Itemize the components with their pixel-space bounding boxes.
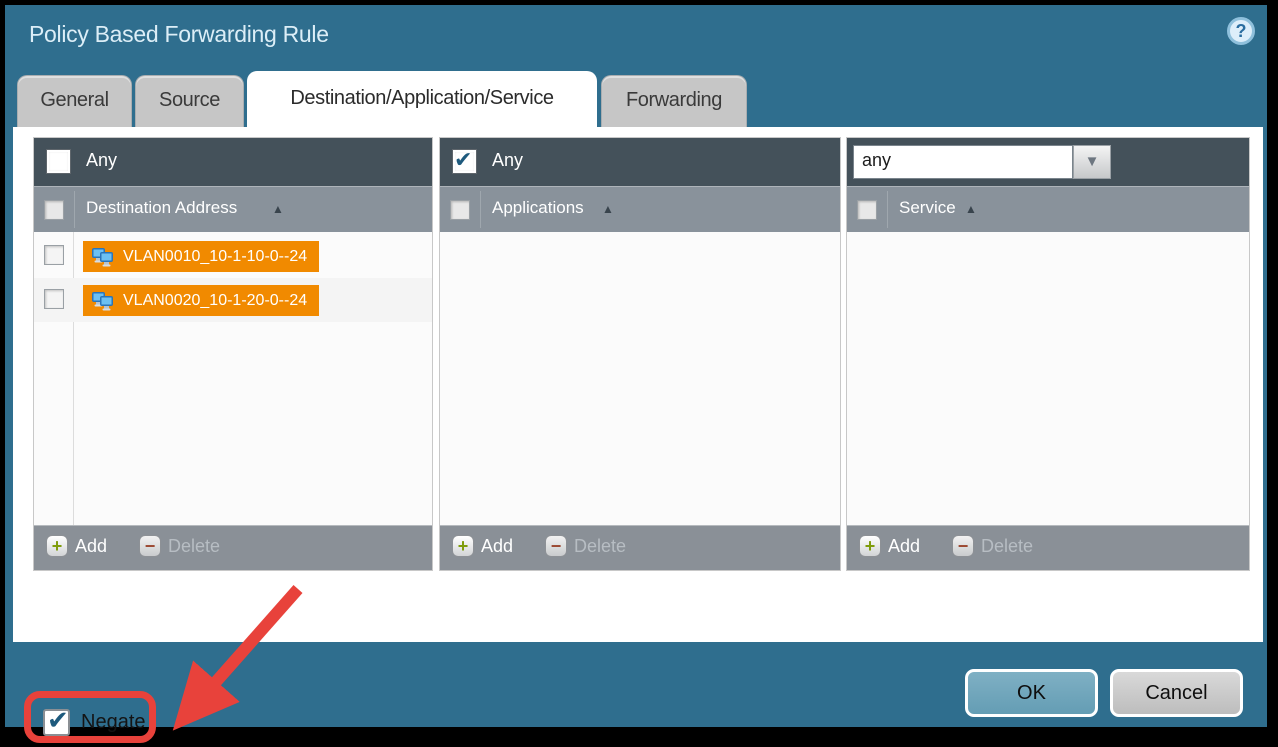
destination-select-all-checkbox[interactable] — [44, 200, 64, 220]
service-any-row: any ▼ — [847, 138, 1249, 186]
annotation-arrow — [151, 577, 321, 747]
sort-asc-icon[interactable]: ▲ — [602, 202, 614, 216]
add-button[interactable]: + Add — [452, 535, 513, 557]
applications-any-label: Any — [492, 150, 523, 171]
address-object-badge: VLAN0010_10-1-10-0--24 — [83, 241, 319, 272]
tab-source[interactable]: Source — [135, 75, 244, 129]
destination-any-checkbox[interactable] — [46, 149, 71, 174]
destination-any-row: Any — [34, 138, 432, 186]
destination-address-panel: Any Destination Address ▲ — [33, 137, 433, 571]
header-separator — [74, 191, 75, 228]
address-object-badge: VLAN0020_10-1-20-0--24 — [83, 285, 319, 316]
delete-button[interactable]: − Delete — [139, 535, 220, 557]
ok-button[interactable]: OK — [965, 669, 1098, 717]
checkmark-icon: ✔ — [454, 147, 472, 173]
minus-icon: − — [139, 535, 161, 557]
plus-icon: + — [46, 535, 68, 557]
tab-destination-application-service[interactable]: Destination/Application/Service — [247, 71, 597, 129]
minus-icon: − — [952, 535, 974, 557]
destination-header-row: Destination Address ▲ — [34, 186, 432, 232]
destination-column-header: Destination Address — [86, 198, 237, 218]
destination-address-list: VLAN0010_10-1-10-0--24 — [34, 232, 432, 525]
tab-content-panel: Any Destination Address ▲ — [13, 127, 1263, 642]
header-separator — [480, 191, 481, 228]
question-mark-glyph: ? — [1236, 21, 1247, 41]
screenshot-frame: Policy Based Forwarding Rule ? General S… — [0, 0, 1278, 734]
annotation-highlight-box — [24, 691, 156, 743]
delete-button[interactable]: − Delete — [952, 535, 1033, 557]
address-row[interactable]: VLAN0010_10-1-10-0--24 — [34, 234, 432, 278]
plus-icon: + — [452, 535, 474, 557]
applications-column-header: Applications — [492, 198, 584, 218]
service-header-row: Service ▲ — [847, 186, 1249, 232]
dialog-title: Policy Based Forwarding Rule — [29, 21, 329, 48]
address-group-icon — [91, 247, 115, 267]
dropdown-button[interactable]: ▼ — [1073, 145, 1111, 179]
tab-general[interactable]: General — [17, 75, 132, 129]
sort-asc-icon[interactable]: ▲ — [965, 202, 977, 216]
minus-icon: − — [545, 535, 567, 557]
service-panel: any ▼ Service ▲ + Add − — [846, 137, 1250, 571]
applications-list — [440, 232, 840, 525]
applications-select-all-checkbox[interactable] — [450, 200, 470, 220]
address-group-icon — [91, 291, 115, 311]
service-column-header: Service — [899, 198, 956, 218]
destination-toolbar: + Add − Delete — [34, 525, 432, 570]
applications-toolbar: + Add − Delete — [440, 525, 840, 570]
applications-any-row: ✔ Any — [440, 138, 840, 186]
applications-panel: ✔ Any Applications ▲ + Add − Delete — [439, 137, 841, 571]
address-label: VLAN0020_10-1-20-0--24 — [123, 292, 307, 310]
applications-any-checkbox[interactable]: ✔ — [452, 149, 477, 174]
plus-icon: + — [859, 535, 881, 557]
help-icon[interactable]: ? — [1227, 17, 1255, 45]
row-checkbox[interactable] — [44, 245, 64, 265]
address-label: VLAN0010_10-1-10-0--24 — [123, 248, 307, 266]
cancel-button[interactable]: Cancel — [1110, 669, 1243, 717]
pbf-rule-dialog: Policy Based Forwarding Rule ? General S… — [5, 5, 1267, 727]
row-checkbox[interactable] — [44, 289, 64, 309]
header-separator — [887, 191, 888, 228]
tab-forwarding[interactable]: Forwarding — [601, 75, 747, 129]
sort-asc-icon[interactable]: ▲ — [272, 202, 284, 216]
add-button[interactable]: + Add — [46, 535, 107, 557]
service-dropdown[interactable]: any ▼ — [853, 145, 1111, 179]
chevron-down-icon: ▼ — [1085, 153, 1100, 170]
dropdown-value[interactable]: any — [853, 145, 1073, 179]
add-button[interactable]: + Add — [859, 535, 920, 557]
service-select-all-checkbox[interactable] — [857, 200, 877, 220]
delete-button[interactable]: − Delete — [545, 535, 626, 557]
destination-any-label: Any — [86, 150, 117, 171]
applications-header-row: Applications ▲ — [440, 186, 840, 232]
service-list — [847, 232, 1249, 525]
address-row[interactable]: VLAN0020_10-1-20-0--24 — [34, 278, 432, 322]
service-toolbar: + Add − Delete — [847, 525, 1249, 570]
